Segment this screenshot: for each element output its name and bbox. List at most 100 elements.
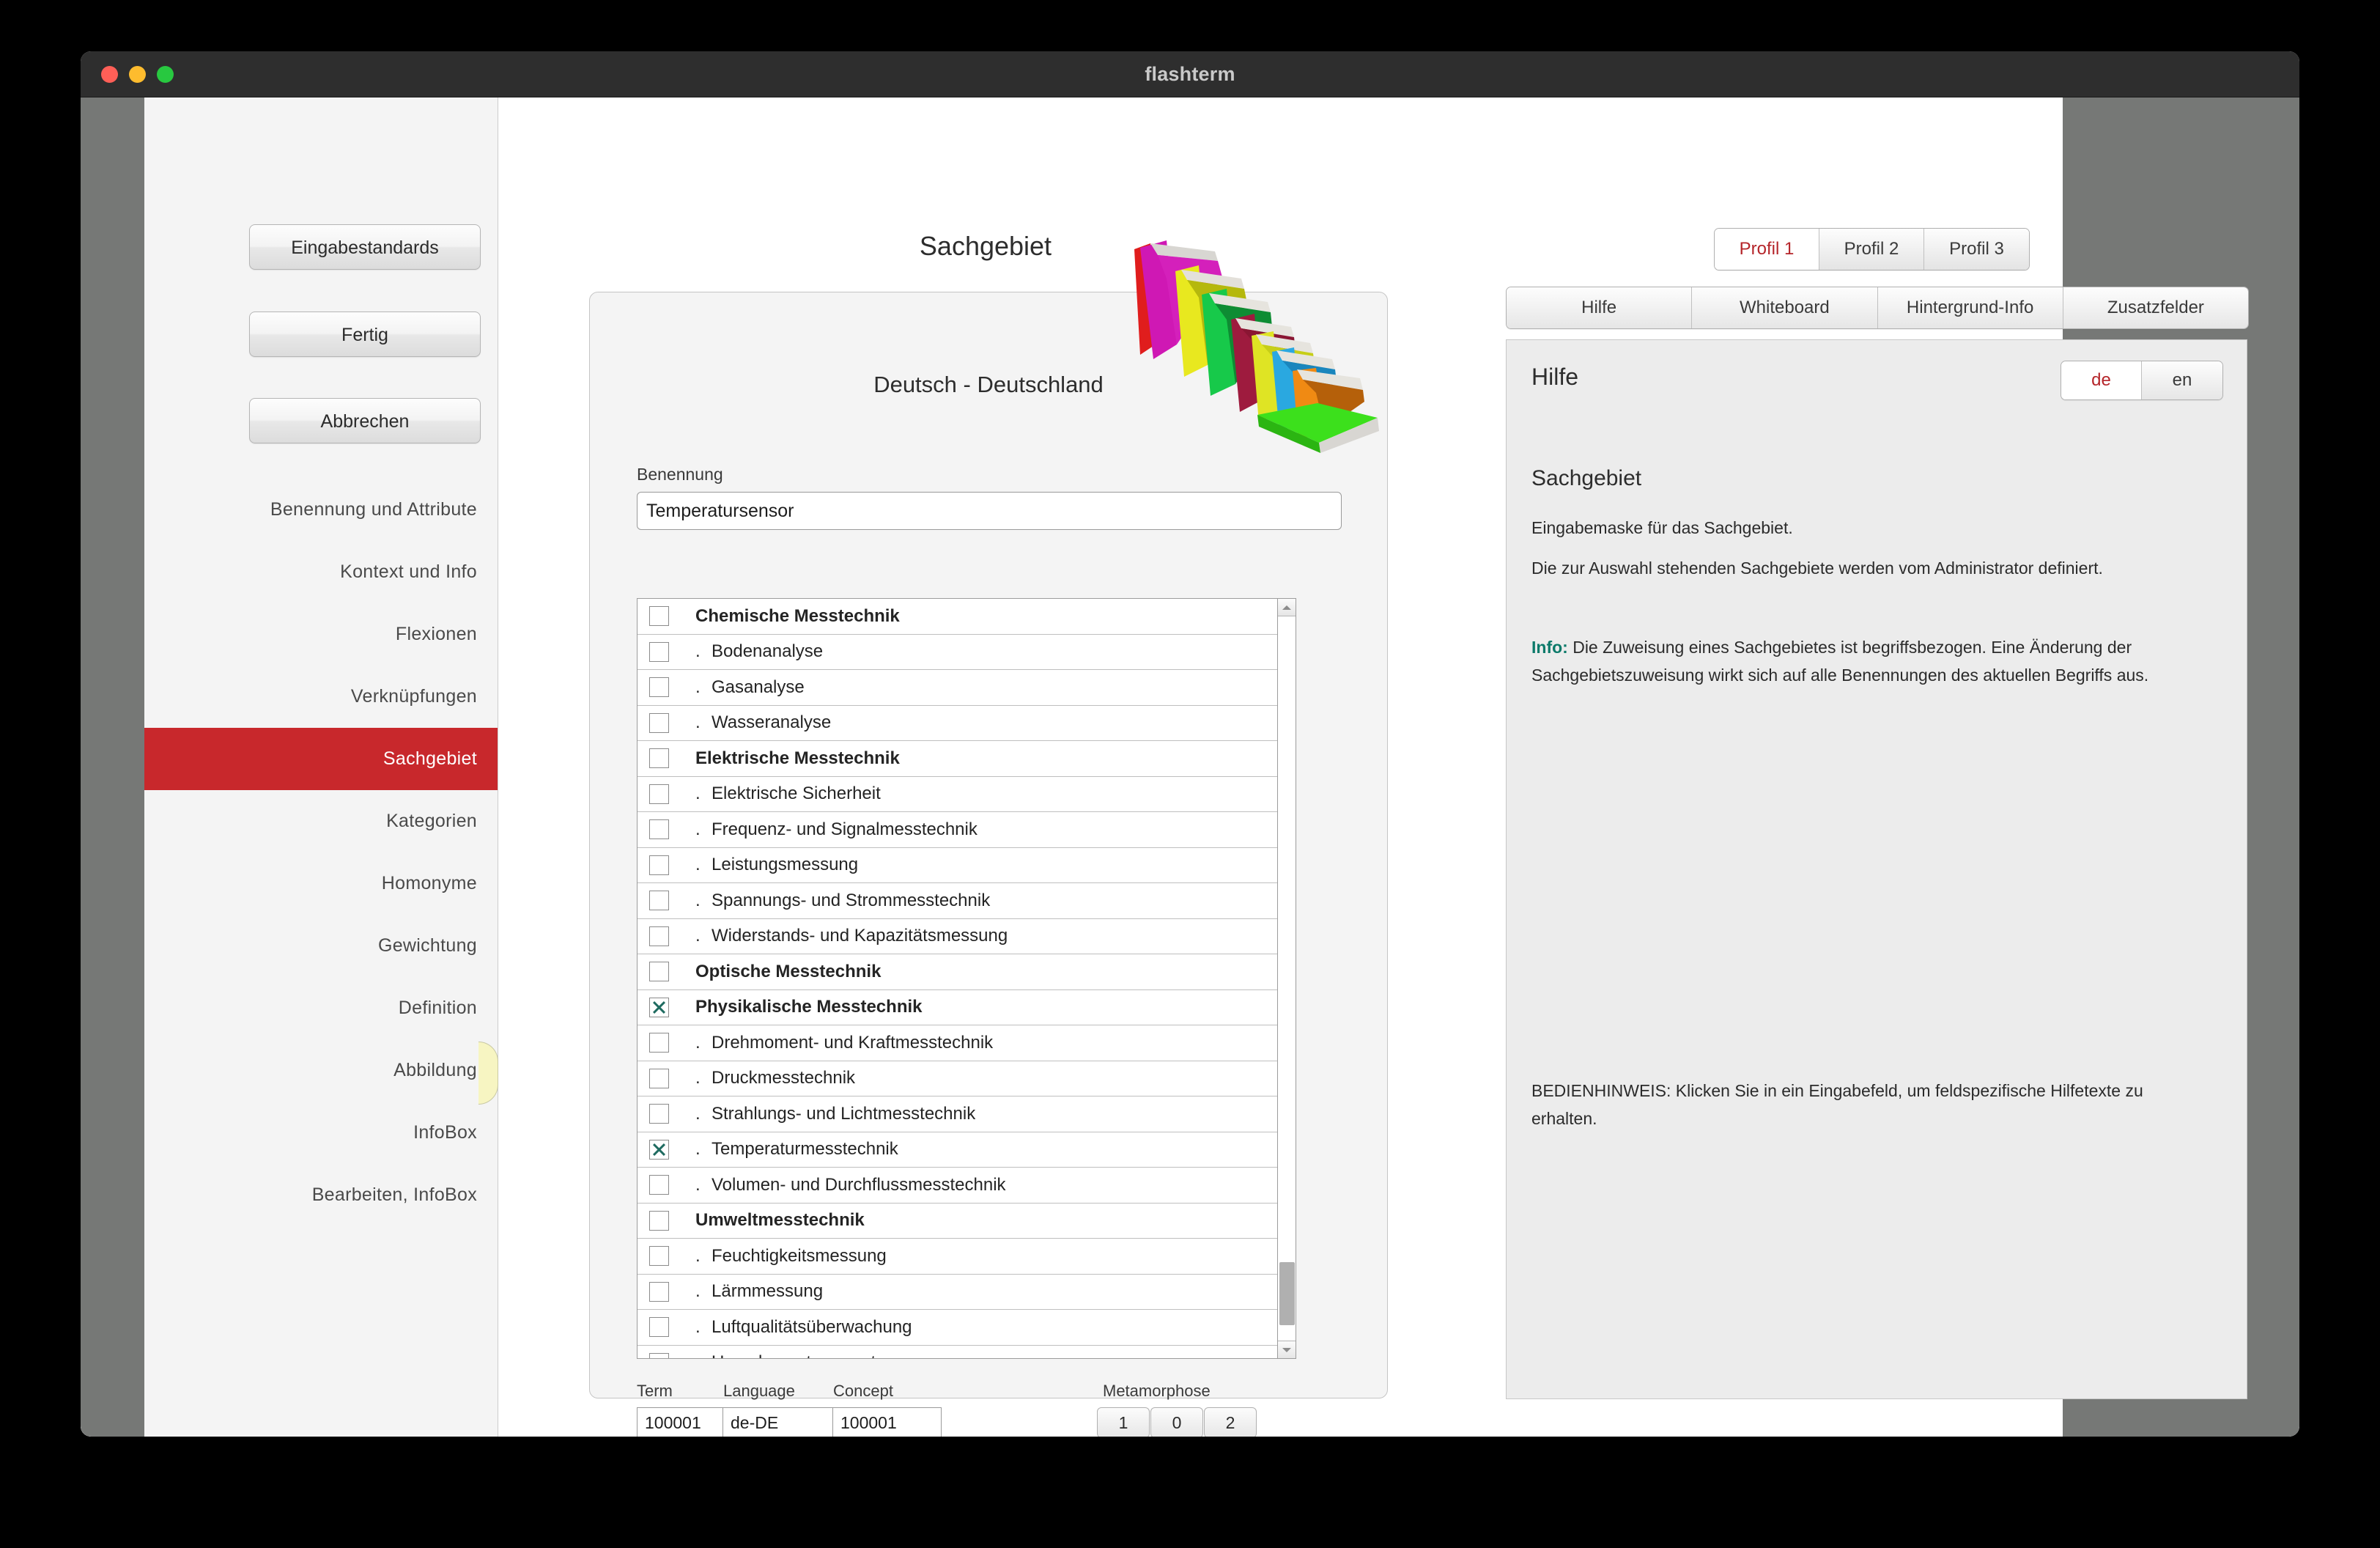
sidebar-item-abbildung[interactable]: Abbildung [144, 1039, 498, 1102]
term-value[interactable]: 100001 [637, 1407, 723, 1437]
center-panel: Sachgebiet Deutsch - Deutschland Benennu… [498, 97, 1473, 1437]
list-item-text: Bodenanalyse [712, 641, 824, 662]
list-item-bullet: . [695, 819, 701, 839]
list-item[interactable]: . Widerstands- und Kapazitätsmessung [638, 918, 1278, 954]
help-lang-de[interactable]: de [2061, 361, 2142, 399]
list-item[interactable]: . Volumen- und Durchflussmesstechnik [638, 1168, 1278, 1204]
checkbox-icon[interactable] [649, 748, 669, 769]
list-item-text: Drehmoment- und Kraftmesstechnik [712, 1032, 994, 1053]
sidebar-item-infobox[interactable]: InfoBox [144, 1102, 498, 1164]
checkbox-icon[interactable] [649, 1210, 669, 1231]
list-item-bullet: . [695, 677, 701, 697]
list-item-label: . Widerstands- und Kapazitätsmessung [695, 926, 1008, 946]
checkbox-icon[interactable] [649, 1281, 669, 1302]
yellow-note-tab[interactable] [478, 1042, 498, 1105]
checkbox-icon[interactable] [649, 1352, 669, 1358]
fertig-button[interactable]: Fertig [249, 312, 481, 357]
sidebar-item-kontext-und-info[interactable]: Kontext und Info [144, 541, 498, 603]
list-item[interactable]: . Lärmmessung [638, 1274, 1278, 1310]
metamorphose-value-1[interactable]: 1 [1097, 1407, 1150, 1437]
concept-value[interactable]: 100001 [833, 1407, 942, 1437]
metamorphose-value-3[interactable]: 2 [1204, 1407, 1257, 1437]
list-item[interactable]: .Umgebungstemperaturmessung [638, 1345, 1278, 1358]
checkbox-icon[interactable] [649, 641, 669, 662]
list-item-text: Strahlungs- und Lichtmesstechnik [712, 1103, 976, 1124]
list-item[interactable]: . Wasseranalyse [638, 705, 1278, 741]
sidebar-item-kategorien[interactable]: Kategorien [144, 790, 498, 852]
list-item[interactable]: . Druckmesstechnik [638, 1061, 1278, 1096]
list-item[interactable]: Umweltmesstechnik [638, 1203, 1278, 1239]
list-item[interactable]: . Gasanalyse [638, 670, 1278, 706]
list-item-label: . Elektrische Sicherheit [695, 784, 881, 804]
checkbox-icon[interactable] [649, 712, 669, 733]
list-item[interactable]: . Temperaturmesstechnik [638, 1132, 1278, 1168]
list-item[interactable]: . Frequenz- und Signalmesstechnik [638, 812, 1278, 848]
sidebar-item-definition[interactable]: Definition [144, 977, 498, 1039]
help-paragraph-2: Die zur Auswahl stehenden Sachgebiete we… [1531, 559, 2103, 578]
help-panel: Hilfe de en Sachgebiet Eingabemaske für … [1506, 339, 2247, 1399]
abbrechen-button[interactable]: Abbrechen [249, 398, 481, 443]
list-item[interactable]: Physikalische Messtechnik [638, 989, 1278, 1025]
list-item[interactable]: Chemische Messtechnik [638, 599, 1278, 635]
list-item[interactable]: . Strahlungs- und Lichtmesstechnik [638, 1096, 1278, 1132]
eingabestandards-button[interactable]: Eingabestandards [249, 224, 481, 270]
list-item-bullet: . [695, 1139, 701, 1160]
scroll-up-arrow-icon[interactable] [1278, 599, 1296, 616]
sidebar-item-bearbeiten-infobox[interactable]: Bearbeiten, InfoBox [144, 1164, 498, 1226]
panel-tab-hilfe[interactable]: Hilfe [1507, 287, 1693, 328]
list-item-text: Elektrische Sicherheit [712, 784, 881, 804]
list-scrollbar[interactable] [1277, 599, 1296, 1358]
checkbox-checked-icon[interactable] [649, 997, 669, 1017]
sidebar-item-benennung-und-attribute[interactable]: Benennung und Attribute [144, 479, 498, 541]
checkbox-icon[interactable] [649, 926, 669, 946]
help-lang-en[interactable]: en [2142, 361, 2222, 399]
checkbox-checked-icon[interactable] [649, 1139, 669, 1160]
list-item[interactable]: . Drehmoment- und Kraftmesstechnik [638, 1025, 1278, 1061]
list-item[interactable]: Elektrische Messtechnik [638, 741, 1278, 777]
scrollbar-thumb[interactable] [1279, 1262, 1295, 1325]
language-meta-value[interactable]: de-DE [723, 1407, 833, 1437]
list-item[interactable]: Optische Messtechnik [638, 954, 1278, 990]
list-item[interactable]: . Feuchtigkeitsmessung [638, 1239, 1278, 1275]
checkbox-icon[interactable] [649, 1068, 669, 1088]
sachgebiet-list[interactable]: Chemische Messtechnik. Bodenanalyse. Gasan… [637, 598, 1296, 1359]
checkbox-icon[interactable] [649, 891, 669, 911]
profile-tab-2[interactable]: Profil 2 [1819, 229, 1924, 270]
list-item-label: . Leistungsmessung [695, 855, 858, 875]
list-item-group-label: Chemische Messtechnik [695, 605, 900, 626]
checkbox-icon[interactable] [649, 784, 669, 804]
list-item-text: Umgebungstemperaturmessung [712, 1352, 963, 1358]
panel-tab-hintergrund-info[interactable]: Hintergrund-Info [1877, 287, 2063, 328]
profile-tab-3[interactable]: Profil 3 [1924, 229, 2029, 270]
panel-tab-zusatzfelder[interactable]: Zusatzfelder [2063, 287, 2248, 328]
checkbox-icon[interactable] [649, 855, 669, 875]
checkbox-icon[interactable] [649, 1033, 669, 1053]
benennung-input[interactable]: Temperatursensor [637, 492, 1342, 530]
scroll-down-arrow-icon[interactable] [1278, 1341, 1296, 1358]
list-item-label: . Luftqualitätsüberwachung [695, 1317, 912, 1338]
list-item[interactable]: . Bodenanalyse [638, 634, 1278, 670]
checkbox-icon[interactable] [649, 962, 669, 982]
list-item[interactable]: . Luftqualitätsüberwachung [638, 1310, 1278, 1346]
checkbox-icon[interactable] [649, 819, 669, 840]
sidebar-item-homonyme[interactable]: Homonyme [144, 852, 498, 915]
list-item[interactable]: . Spannungs- und Strommesstechnik [638, 883, 1278, 919]
checkbox-icon[interactable] [649, 1175, 669, 1195]
metamorphose-value-2[interactable]: 0 [1150, 1407, 1203, 1437]
panel-tab-whiteboard[interactable]: Whiteboard [1692, 287, 1878, 328]
sidebar-item-sachgebiet[interactable]: Sachgebiet [144, 728, 498, 790]
checkbox-icon[interactable] [649, 606, 669, 627]
checkbox-icon[interactable] [649, 677, 669, 698]
sidebar-item-gewichtung[interactable]: Gewichtung [144, 915, 498, 977]
checkbox-icon[interactable] [649, 1246, 669, 1267]
sidebar-item-flexionen[interactable]: Flexionen [144, 603, 498, 666]
sidebar-item-verkn-pfungen[interactable]: Verknüpfungen [144, 666, 498, 728]
list-item-text: Feuchtigkeitsmessung [712, 1245, 887, 1266]
checkbox-icon[interactable] [649, 1317, 669, 1338]
checkbox-icon[interactable] [649, 1104, 669, 1124]
list-item-label: . Strahlungs- und Lichtmesstechnik [695, 1104, 975, 1124]
profile-tab-1[interactable]: Profil 1 [1715, 229, 1819, 270]
list-item[interactable]: . Leistungsmessung [638, 847, 1278, 883]
concept-label: Concept [833, 1382, 893, 1400]
list-item[interactable]: . Elektrische Sicherheit [638, 776, 1278, 812]
